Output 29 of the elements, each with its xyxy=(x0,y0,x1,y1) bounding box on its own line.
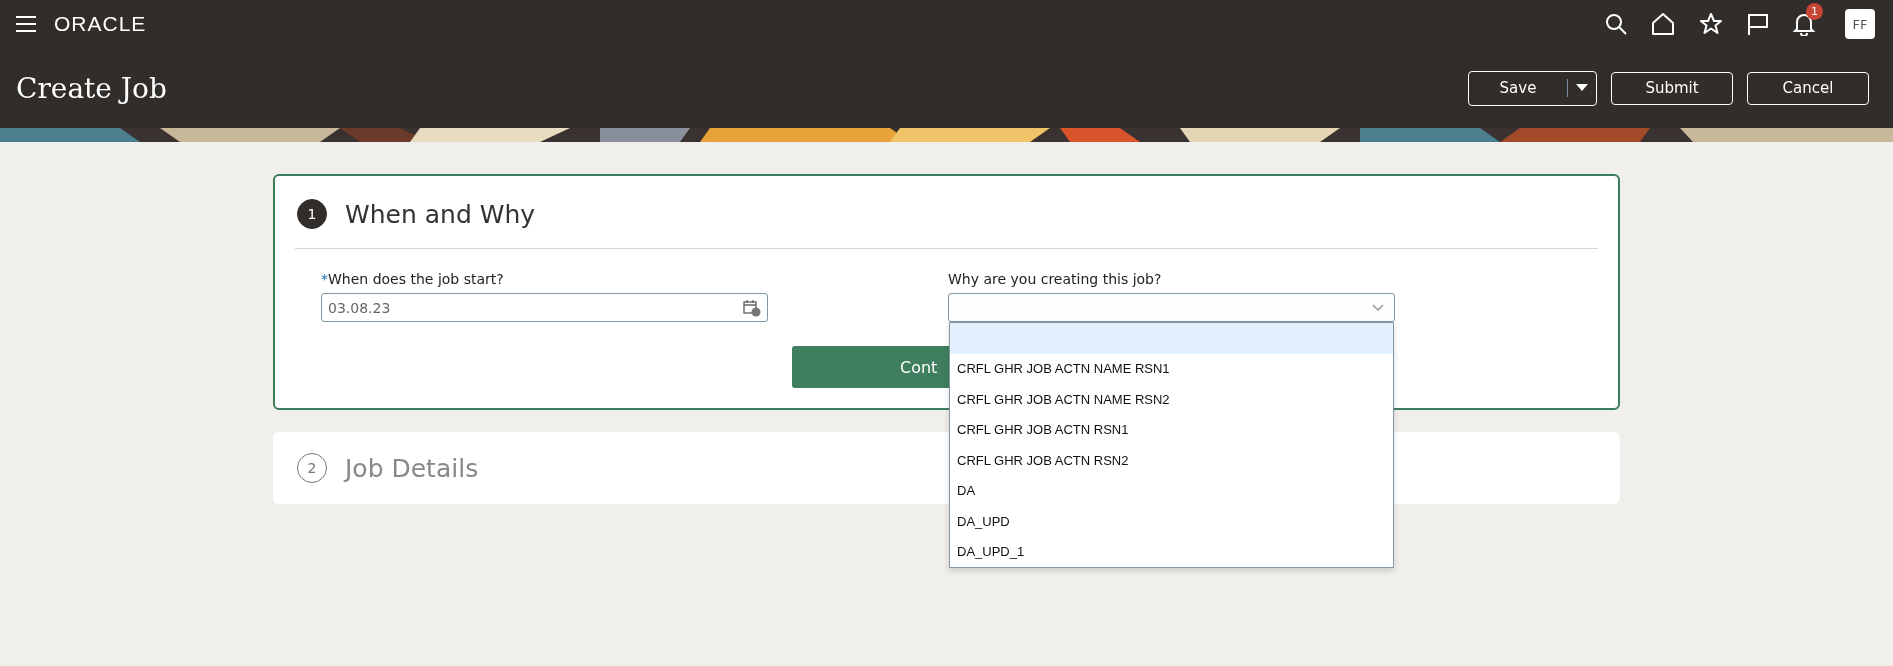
section-title[interactable]: Job Details xyxy=(345,453,479,483)
calendar-icon[interactable] xyxy=(743,298,761,317)
save-split-button[interactable]: Save xyxy=(1468,70,1597,106)
dropdown-option[interactable]: CRFL GHR JOB ACTN RSN1 xyxy=(950,414,1393,445)
save-button[interactable]: Save xyxy=(1469,79,1568,97)
chevron-down-icon[interactable] xyxy=(1372,303,1384,312)
cancel-button[interactable]: Cancel xyxy=(1747,71,1869,105)
home-icon[interactable] xyxy=(1651,13,1675,35)
field-label: *When does the job start? xyxy=(321,271,505,287)
star-icon[interactable] xyxy=(1699,13,1723,35)
page-title: Create Job xyxy=(16,71,167,105)
menu-icon[interactable] xyxy=(16,16,36,32)
submit-button[interactable]: Submit xyxy=(1611,71,1733,105)
date-field[interactable]: 03.08.23 xyxy=(321,293,768,322)
field-label: Why are you creating this job? xyxy=(948,271,1163,287)
caret-icon[interactable] xyxy=(1576,84,1588,92)
flag-icon[interactable] xyxy=(1747,13,1769,35)
notification-badge: 1 xyxy=(1806,3,1823,20)
dropdown-option[interactable]: CRFL GHR JOB ACTN RSN2 xyxy=(950,445,1393,476)
dropdown-option[interactable]: CRFL GHR JOB ACTN NAME RSN2 xyxy=(950,384,1393,415)
section-title[interactable]: When and Why xyxy=(345,199,536,229)
search-icon[interactable] xyxy=(1605,13,1627,35)
brand-logo[interactable]: ORACLE xyxy=(54,12,147,36)
dropdown-option[interactable]: DA xyxy=(950,475,1393,506)
step-number: 1 xyxy=(297,199,327,229)
dropdown-option[interactable]: CRFL GHR JOB ACTN NAME RSN1 xyxy=(950,353,1393,384)
dropdown-option[interactable]: DA_UPD_1 xyxy=(950,536,1393,567)
dropdown-option[interactable]: DA_UPD xyxy=(950,506,1393,537)
user-avatar[interactable]: FF xyxy=(1845,9,1875,39)
